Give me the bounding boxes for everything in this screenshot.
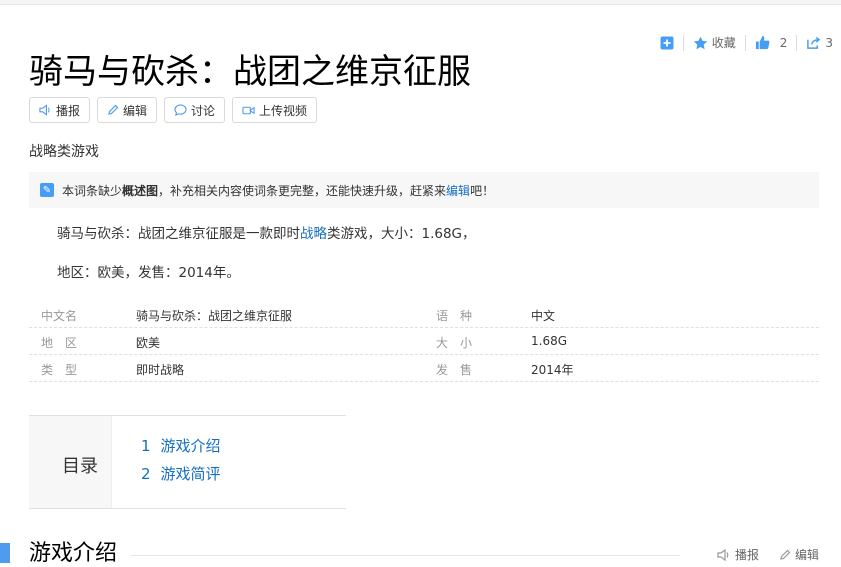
- edit-button[interactable]: 编辑: [97, 97, 158, 123]
- like-count: 2: [779, 35, 788, 50]
- toc-label-box: 目录: [29, 416, 112, 508]
- info-row: 地 区 欧美 大 小 1.68G: [29, 328, 819, 355]
- like-button[interactable]: 2: [755, 35, 788, 50]
- info-value: 即时战略: [136, 363, 185, 377]
- notice-text-2: ，补充相关内容使词条更完整，还能快速升级，赶紧来: [158, 183, 447, 198]
- section-header: 游戏介绍 播报 编辑: [0, 541, 841, 566]
- divider: [744, 34, 746, 51]
- info-key: 类 型: [41, 363, 78, 377]
- divider: [796, 34, 798, 51]
- intro-text: 类游戏，大小：1.68G，: [327, 226, 476, 242]
- pencil-icon: ✎: [40, 183, 54, 197]
- upload-video-button[interactable]: 上传视频: [232, 97, 318, 123]
- divider: [682, 34, 684, 51]
- toc-item-number: 2: [141, 465, 151, 483]
- info-key: 地 区: [41, 336, 78, 350]
- table-of-contents: 目录 1 游戏介绍 2 游戏简评: [29, 415, 346, 509]
- add-button[interactable]: [660, 36, 674, 50]
- missing-image-notice: ✎ 本词条缺少 概述图 ，补充相关内容使词条更完整，还能快速升级，赶紧来 编辑 吧！: [29, 172, 819, 208]
- play-button[interactable]: 播报: [29, 97, 91, 123]
- play-label: 播报: [56, 103, 81, 118]
- info-key: 语 种: [436, 309, 473, 323]
- info-value: 2014年: [531, 363, 574, 377]
- info-value: 1.68G: [531, 334, 568, 348]
- speaker-icon: [39, 104, 50, 116]
- info-key: 发 售: [436, 363, 473, 377]
- thumbs-up-icon: [755, 35, 770, 50]
- basic-info-table: 中文名 骑马与砍杀：战团之维京征服 语 种 中文 地 区 欧美 大 小 1.68…: [29, 301, 819, 382]
- info-row: 类 型 即时战略 发 售 2014年: [29, 355, 819, 382]
- section-title: 游戏介绍: [29, 541, 118, 566]
- edit-button-row: 播报 编辑 讨论 上传视频: [29, 97, 318, 123]
- section-divider: [130, 555, 680, 556]
- section-play-label: 播报: [734, 548, 759, 562]
- upload-label: 上传视频: [259, 103, 308, 118]
- plus-square-icon: [660, 36, 674, 49]
- collect-label: 收藏: [711, 36, 736, 50]
- chat-bubble-icon: [174, 104, 187, 116]
- discuss-button[interactable]: 讨论: [164, 97, 226, 123]
- share-count: 3: [825, 35, 833, 50]
- toc-item-text: 游戏介绍: [160, 437, 221, 455]
- collect-button[interactable]: 收藏: [693, 34, 736, 51]
- section-play-button[interactable]: 播报: [717, 546, 759, 563]
- intro-paragraph-2: 地区：欧美，发售：2014年。: [57, 265, 240, 281]
- discuss-label: 讨论: [191, 103, 216, 118]
- top-toolbar: 收藏 2 3: [660, 34, 833, 51]
- info-row: 中文名 骑马与砍杀：战团之维京征服 语 种 中文: [29, 301, 819, 328]
- notice-text-1: 本词条缺少: [62, 183, 123, 198]
- info-value: 欧美: [136, 336, 161, 350]
- top-border: [0, 0, 841, 5]
- notice-edit-link[interactable]: 编辑: [446, 182, 470, 199]
- info-key: 大 小: [436, 336, 473, 350]
- star-icon: [693, 36, 707, 49]
- info-value: 骑马与砍杀：战团之维京征服: [136, 309, 293, 323]
- section-actions: 播报 编辑: [717, 546, 819, 563]
- speaker-icon: [717, 548, 729, 561]
- toc-item-number: 1: [141, 437, 151, 455]
- toc-item[interactable]: 2 游戏简评: [141, 463, 221, 484]
- toc-label: 目录: [62, 456, 98, 477]
- edit-label: 编辑: [123, 103, 148, 118]
- toc-item[interactable]: 1 游戏介绍: [141, 435, 221, 456]
- intro-paragraph-1: 骑马与砍杀：战团之维京征服是一款即时战略类游戏，大小：1.68G，: [57, 222, 476, 242]
- share-icon: [807, 36, 821, 49]
- pencil-icon: [780, 549, 791, 560]
- intro-text: 骑马与砍杀：战团之维京征服是一款即时: [57, 226, 300, 242]
- pencil-icon: [108, 104, 119, 115]
- info-key: 中文名: [41, 309, 78, 323]
- toc-item-text: 游戏简评: [160, 465, 221, 483]
- video-camera-icon: [242, 106, 255, 114]
- section-accent-bar: [0, 543, 10, 563]
- info-value: 中文: [531, 309, 556, 323]
- notice-text-3: 吧！: [470, 183, 495, 198]
- page-subtitle: 战略类游戏: [29, 144, 99, 160]
- section-edit-button[interactable]: 编辑: [779, 546, 819, 563]
- page-title: 骑马与砍杀：战团之维京征服: [29, 52, 471, 92]
- notice-bold: 概述图: [122, 183, 159, 198]
- section-edit-label: 编辑: [794, 548, 819, 562]
- strategy-link[interactable]: 战略: [300, 226, 327, 242]
- share-button[interactable]: 3: [806, 36, 833, 50]
